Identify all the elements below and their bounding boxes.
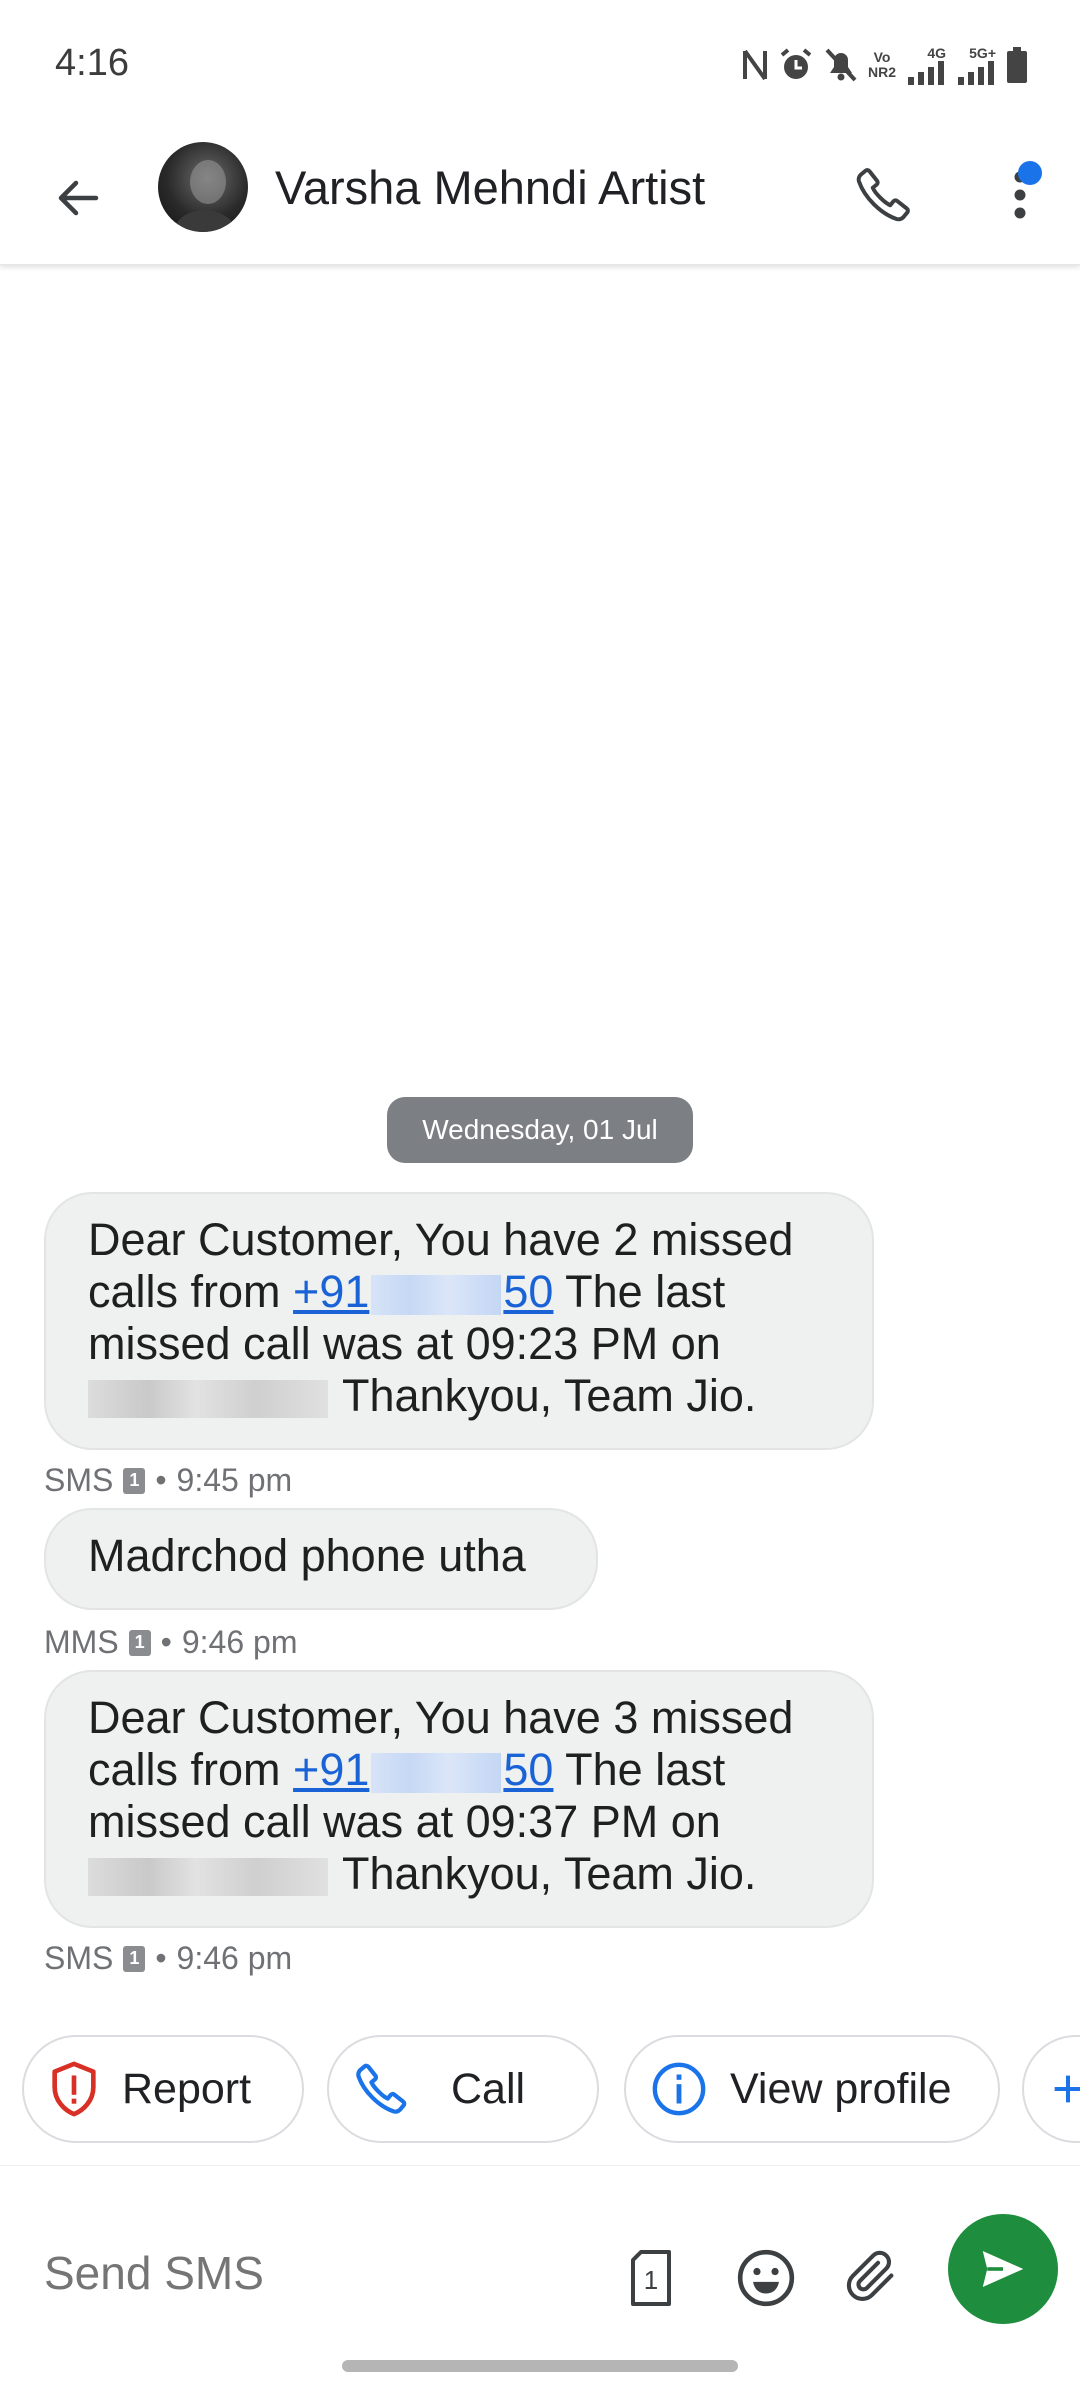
message-time: 9:46 pm (181, 1624, 298, 1660)
contact-name[interactable]: Varsha Mehndi Artist (275, 160, 705, 215)
status-bar: 4:16 Vo NR2 4G 5G+ (0, 0, 1080, 130)
message-line: calls from +91 50 The last (88, 1266, 726, 1317)
redacted-number (371, 1275, 502, 1316)
message-line: missed call was at 09:23 PM on (88, 1318, 721, 1369)
redacted-date (88, 1858, 328, 1897)
status-icons: Vo NR2 4G 5G+ (742, 40, 1028, 90)
header-call-button[interactable] (843, 155, 923, 235)
phone-icon (353, 2061, 409, 2117)
chip-label: View profile (730, 2064, 952, 2113)
message-meta: SMS 1 • 9:45 pm (44, 1462, 293, 1498)
home-indicator[interactable] (342, 2360, 738, 2372)
signal-5g-icon: 5G+ (956, 45, 996, 85)
suggestion-chips: Report Call View profile (22, 2035, 1080, 2145)
date-separator: Wednesday, 01 Jul (387, 1097, 693, 1163)
report-shield-icon (48, 2060, 100, 2118)
add-icon (1048, 2069, 1080, 2109)
message-bubble[interactable]: Dear Customer, You have 3 missed calls f… (44, 1670, 874, 1928)
attach-button[interactable] (832, 2238, 912, 2318)
conversation-header: Varsha Mehndi Artist (0, 130, 1080, 265)
more-options-button[interactable] (990, 155, 1050, 235)
message-line: Dear Customer, You have 2 missed (88, 1214, 794, 1265)
mute-icon (824, 47, 858, 83)
sim-icon: 1 (128, 1629, 151, 1656)
send-button[interactable] (948, 2214, 1058, 2324)
redacted-date (88, 1380, 328, 1419)
paperclip-icon (846, 2250, 894, 2301)
message-line: missed call was at 09:37 PM on (88, 1796, 721, 1847)
nfc-icon (742, 48, 768, 82)
message-bubble[interactable]: Dear Customer, You have 2 missed calls f… (44, 1192, 874, 1450)
message-text: Madrchod phone utha (88, 1530, 526, 1581)
more-chip[interactable] (1022, 2035, 1080, 2143)
phone-number-link[interactable]: +91 50 (293, 1744, 553, 1795)
back-button[interactable] (40, 160, 115, 235)
sim-select-button[interactable]: 1 (618, 2238, 684, 2318)
volte-icon: Vo NR2 (867, 49, 896, 80)
chip-label: Report (122, 2064, 252, 2113)
svg-text:1: 1 (644, 2265, 658, 2295)
status-time: 4:16 (55, 42, 129, 84)
message-time: 9:45 pm (176, 1462, 293, 1498)
message-line: Dear Customer, You have 3 missed (88, 1692, 794, 1743)
message-line: Thankyou, Team Jio. (88, 1370, 830, 1422)
report-chip[interactable]: Report (22, 2035, 304, 2143)
message-time: 9:46 pm (176, 1940, 293, 1976)
sim-icon: 1 (123, 1945, 146, 1972)
message-line: Thankyou, Team Jio. (88, 1848, 830, 1900)
avatar[interactable] (158, 142, 248, 232)
notification-badge (1018, 161, 1042, 185)
message-line: calls from +91 50 The last (88, 1744, 726, 1795)
alarm-icon (778, 47, 814, 83)
redacted-number (371, 1753, 502, 1794)
message-meta: MMS 1 • 9:46 pm (44, 1624, 298, 1660)
call-chip[interactable]: Call (327, 2035, 599, 2143)
chip-label: Call (451, 2064, 526, 2113)
emoji-button[interactable] (726, 2238, 806, 2318)
compose-bar: 1 (0, 2165, 1080, 2365)
arrow-back-icon (58, 180, 98, 215)
info-icon (650, 2060, 708, 2118)
send-icon (982, 2251, 1024, 2287)
battery-icon (1006, 47, 1028, 83)
signal-4g-icon: 4G (906, 45, 946, 85)
sim-card-icon: 1 (631, 2250, 671, 2306)
phone-number-link[interactable]: +91 50 (293, 1266, 553, 1317)
message-input[interactable] (44, 2246, 584, 2300)
emoji-icon (737, 2249, 795, 2307)
sim-icon: 1 (123, 1467, 146, 1494)
message-bubble[interactable]: Madrchod phone utha (44, 1508, 598, 1610)
message-meta: SMS 1 • 9:46 pm (44, 1940, 293, 1976)
view-profile-chip[interactable]: View profile (624, 2035, 1000, 2143)
phone-icon (856, 168, 910, 222)
